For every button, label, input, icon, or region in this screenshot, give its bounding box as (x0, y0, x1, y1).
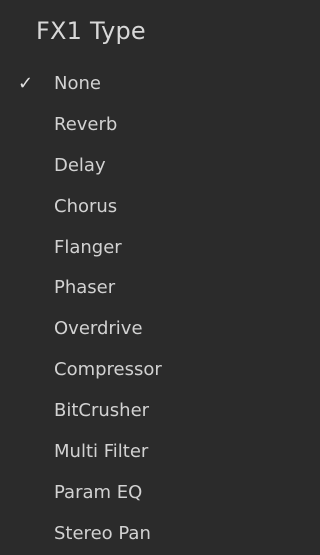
menu-list: ✓ None Reverb Delay Chorus Flanger Phase… (0, 64, 251, 555)
menu-item-label: BitCrusher (54, 400, 150, 422)
menu-item-label: Param EQ (54, 481, 143, 503)
fx1-type-menu: FX1 Type ✓ None Reverb Delay Chorus Flan… (0, 0, 251, 554)
menu-item-label: Chorus (54, 195, 118, 217)
menu-item-label: Flanger (54, 236, 122, 258)
menu-item-reverb[interactable]: Reverb (0, 105, 251, 146)
checkmark-icon: ✓ (18, 73, 34, 94)
menu-item-label: Reverb (54, 113, 118, 135)
menu-item-multi-filter[interactable]: Multi Filter (0, 432, 251, 473)
menu-item-none[interactable]: ✓ None (0, 64, 251, 105)
menu-item-label: Compressor (54, 359, 162, 381)
menu-item-phaser[interactable]: Phaser (0, 268, 251, 309)
menu-item-param-eq[interactable]: Param EQ (0, 473, 251, 514)
menu-item-overdrive[interactable]: Overdrive (0, 309, 251, 350)
menu-item-label: Multi Filter (54, 441, 149, 463)
menu-item-label: Stereo Pan (54, 522, 151, 544)
menu-item-label: None (54, 73, 101, 94)
menu-item-label: Phaser (54, 277, 116, 299)
menu-item-bitcrusher[interactable]: BitCrusher (0, 391, 251, 432)
menu-item-stereo-pan[interactable]: Stereo Pan (0, 514, 251, 555)
menu-item-chorus[interactable]: Chorus (0, 187, 251, 228)
menu-item-compressor[interactable]: Compressor (0, 350, 251, 391)
menu-item-delay[interactable]: Delay (0, 146, 251, 187)
menu-item-flanger[interactable]: Flanger (0, 228, 251, 269)
menu-item-label: Overdrive (54, 318, 143, 340)
menu-title: FX1 Type (36, 17, 146, 45)
menu-item-label: Delay (54, 154, 106, 176)
